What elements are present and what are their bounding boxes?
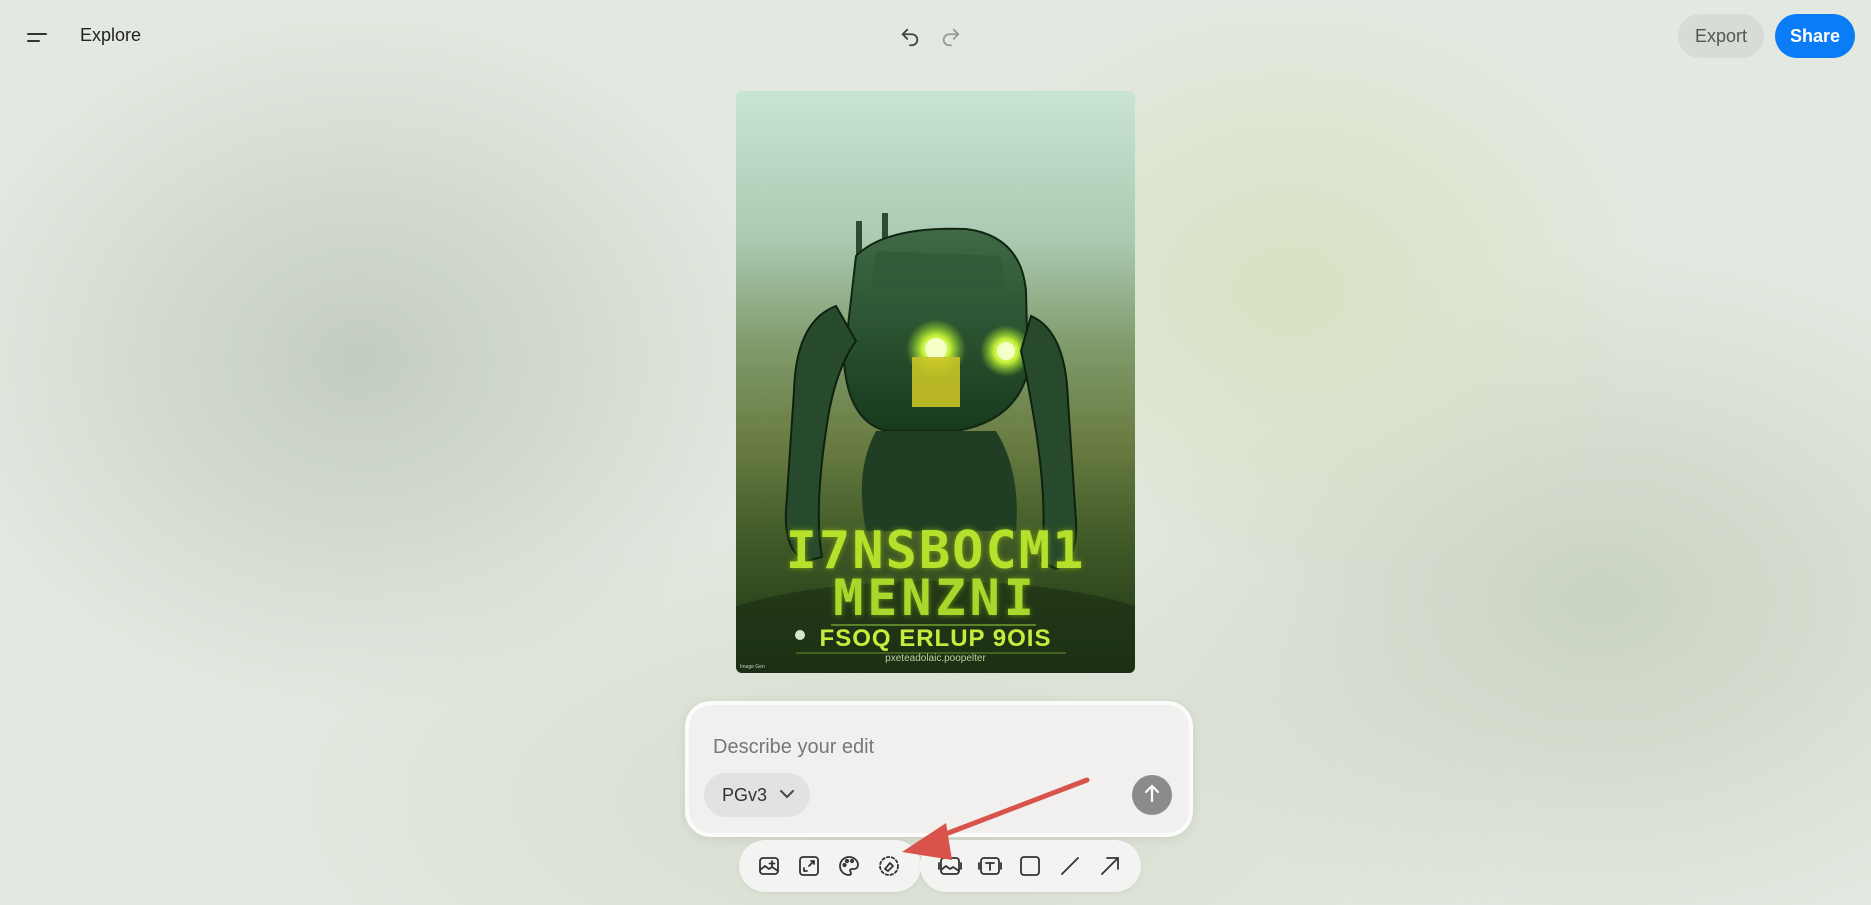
arrow-up-icon xyxy=(1143,783,1161,808)
hamburger-menu-icon[interactable] xyxy=(24,24,50,50)
line-icon[interactable] xyxy=(1050,846,1090,886)
poster-small-text: pxeteadolaic.poopelter xyxy=(885,653,986,664)
edit-prompt-panel: PGv3 xyxy=(685,701,1193,837)
expand-icon[interactable] xyxy=(789,846,829,886)
top-bar: Explore Export Share xyxy=(0,0,1871,72)
arrow-icon[interactable] xyxy=(1090,846,1130,886)
send-button[interactable] xyxy=(1132,775,1172,815)
palette-icon[interactable] xyxy=(829,846,869,886)
export-button[interactable]: Export xyxy=(1678,14,1764,58)
redo-icon[interactable] xyxy=(936,22,966,52)
toolbar-group-draw xyxy=(920,840,1141,892)
add-image-icon[interactable] xyxy=(749,846,789,886)
poster-title-line2: MENZNI xyxy=(833,569,1038,627)
model-label: PGv3 xyxy=(722,784,768,805)
generated-image[interactable]: I7NSBOCM1 MENZNI FSOQ ERLUP 9OIS pxetead… xyxy=(736,91,1135,673)
edit-prompt-input[interactable] xyxy=(711,731,1115,763)
page-title[interactable]: Explore xyxy=(80,25,141,46)
chevron-down-icon xyxy=(779,786,795,804)
image-frame-icon[interactable] xyxy=(930,846,970,886)
model-selector[interactable]: PGv3 xyxy=(704,773,810,817)
share-button[interactable]: Share xyxy=(1775,14,1855,58)
text-box-icon[interactable] xyxy=(970,846,1010,886)
eraser-icon[interactable] xyxy=(869,846,909,886)
toolbar-group-edit xyxy=(739,840,921,892)
square-icon[interactable] xyxy=(1010,846,1050,886)
undo-icon[interactable] xyxy=(895,22,925,52)
poster-subtitle: FSOQ ERLUP 9OIS xyxy=(819,625,1052,652)
poster-corner-text: Image Gen xyxy=(740,664,765,670)
